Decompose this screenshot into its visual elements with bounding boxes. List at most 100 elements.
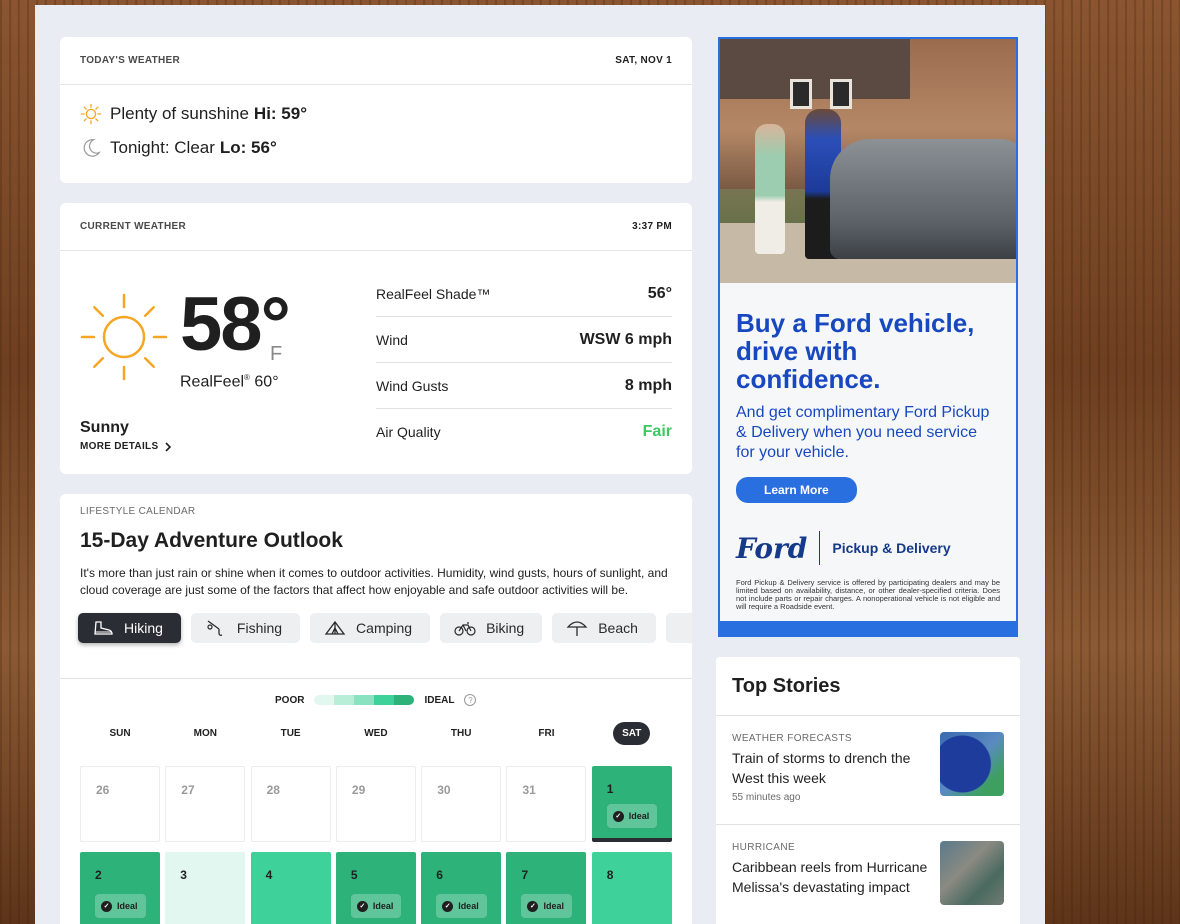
legend-gradient-bar bbox=[314, 695, 415, 705]
sunny-weather-icon bbox=[80, 293, 168, 381]
story-thumbnail[interactable] bbox=[940, 732, 1004, 796]
ad-copy: Buy a Ford vehicle, drive with confidenc… bbox=[720, 283, 1016, 635]
todays-weather-header: TODAY'S WEATHER SAT, NOV 1 bbox=[60, 37, 692, 85]
legend-ideal-label: IDEAL bbox=[424, 694, 455, 706]
story-title[interactable]: Train of storms to drench the West this … bbox=[732, 748, 932, 788]
page-container: TODAY'S WEATHER SAT, NOV 1 Plenty of sun… bbox=[35, 5, 1045, 924]
check-icon: ✓ bbox=[356, 900, 368, 912]
help-icon[interactable]: ? bbox=[464, 694, 477, 706]
calendar-day[interactable]: 5 ✓ Ideal bbox=[335, 852, 416, 924]
calendar-day[interactable]: 8 bbox=[591, 852, 672, 924]
legend-swatch bbox=[354, 695, 375, 705]
tent-icon bbox=[324, 620, 346, 635]
todays-weather-card[interactable]: TODAY'S WEATHER SAT, NOV 1 Plenty of sun… bbox=[60, 37, 692, 183]
calendar-day: 31 bbox=[506, 766, 587, 842]
tab-camping[interactable]: Camping bbox=[310, 613, 431, 643]
activity-tabs: Hiking Fishing Camping Biking Beach bbox=[60, 599, 692, 643]
detail-value: 56° bbox=[647, 284, 672, 302]
calendar-day[interactable]: 4 bbox=[250, 852, 331, 924]
detail-value: 8 mph bbox=[624, 376, 672, 394]
ideal-badge: ✓ Ideal bbox=[606, 804, 658, 828]
ideal-badge: ✓ Ideal bbox=[436, 894, 487, 918]
todays-weather-date: SAT, NOV 1 bbox=[615, 55, 672, 66]
tab-more[interactable] bbox=[665, 613, 692, 643]
ad-subheadline: And get complimentary Ford Pickup & Deli… bbox=[736, 404, 990, 461]
lifestyle-description: It's more than just rain or shine when i… bbox=[80, 566, 668, 597]
pickup-delivery-label: Pickup & Delivery bbox=[832, 540, 951, 556]
today-hi-temp: Hi: 59° bbox=[253, 104, 308, 123]
adventure-calendar-grid: 26 27 28 29 30 31 1 ✓ Ideal 2 ✓ Ideal 3 4 … bbox=[80, 766, 672, 924]
ford-advertisement[interactable]: ▷ Buy a Ford vehicle, drive with confide… bbox=[718, 37, 1018, 637]
detail-row-realfeel-shade: RealFeel Shade™ 56° bbox=[376, 271, 672, 317]
ideal-badge: ✓ Ideal bbox=[95, 894, 146, 918]
current-weather-time: 3:37 PM bbox=[632, 221, 672, 232]
ford-logo: Ford bbox=[736, 531, 808, 565]
learn-more-button[interactable]: Learn More bbox=[736, 477, 857, 503]
calendar-day[interactable]: 6 ✓ Ideal bbox=[421, 852, 502, 924]
calendar-day: 29 bbox=[335, 766, 416, 842]
current-weather-card[interactable]: CURRENT WEATHER 3:37 PM 58° F RealFeel® … bbox=[60, 203, 692, 474]
story-thumbnail[interactable] bbox=[940, 841, 1004, 905]
tab-beach[interactable]: Beach bbox=[552, 613, 656, 643]
divider bbox=[60, 678, 692, 679]
tab-biking[interactable]: Biking bbox=[440, 613, 543, 643]
current-weather-label: CURRENT WEATHER bbox=[80, 221, 186, 232]
check-icon: ✓ bbox=[612, 810, 624, 822]
story-title[interactable]: Caribbean reels from Hurricane Melissa's… bbox=[732, 857, 932, 897]
detail-row-air-quality[interactable]: Air Quality Fair bbox=[376, 409, 672, 455]
ad-fine-print: Ford Pickup & Delivery service is offere… bbox=[736, 578, 1000, 611]
realfeel-temp: 60° bbox=[254, 373, 279, 391]
ad-photo bbox=[720, 39, 1016, 283]
today-day-row: Plenty of sunshine Hi: 59° bbox=[60, 97, 692, 131]
detail-label: RealFeel Shade™ bbox=[376, 285, 491, 302]
ad-bottom-strip bbox=[720, 621, 1016, 635]
rating-legend: POOR IDEAL ? bbox=[275, 694, 477, 706]
detail-label: Wind Gusts bbox=[376, 377, 449, 394]
hiking-boot-icon bbox=[94, 621, 113, 635]
calendar-day-today[interactable]: 1 ✓ Ideal bbox=[591, 766, 672, 842]
legend-swatch bbox=[314, 695, 335, 705]
realfeel-label: RealFeel bbox=[180, 373, 245, 391]
dow-fri: FRI bbox=[538, 728, 555, 739]
legend-swatch bbox=[394, 695, 415, 705]
story-item[interactable]: WEATHER FORECASTS Train of storms to dre… bbox=[716, 716, 1020, 825]
ideal-badge: ✓ Ideal bbox=[521, 894, 572, 918]
today-night-phrase: Tonight: Clear bbox=[110, 138, 215, 157]
current-phrase: Sunny bbox=[80, 419, 129, 436]
ideal-badge: ✓ Ideal bbox=[350, 894, 402, 918]
tab-label: Camping bbox=[356, 620, 413, 636]
lifestyle-title: 15-Day Adventure Outlook bbox=[80, 529, 343, 552]
ad-roof bbox=[720, 39, 910, 99]
detail-row-wind-gusts: Wind Gusts 8 mph bbox=[376, 363, 672, 409]
lifestyle-category: LIFESTYLE CALENDAR bbox=[80, 506, 196, 517]
dow-sun: SUN bbox=[109, 728, 131, 739]
tab-fishing[interactable]: Fishing bbox=[190, 613, 301, 643]
realfeel-mark: ® bbox=[244, 373, 250, 382]
legend-poor-label: POOR bbox=[275, 694, 305, 706]
tab-hiking[interactable]: Hiking bbox=[78, 613, 181, 643]
calendar-day[interactable]: 7 ✓ Ideal bbox=[506, 852, 587, 924]
tab-label: Biking bbox=[486, 620, 525, 636]
story-item[interactable]: HURRICANE Caribbean reels from Hurricane… bbox=[716, 825, 1020, 924]
current-weather-header: CURRENT WEATHER 3:37 PM bbox=[60, 203, 692, 251]
calendar-day[interactable]: 3 bbox=[165, 852, 246, 924]
temperature-unit: F bbox=[270, 343, 283, 365]
dow-thu: THU bbox=[450, 728, 472, 739]
ad-window bbox=[830, 79, 852, 109]
ford-logo-lockup: Ford Pickup & Delivery bbox=[736, 531, 1000, 565]
more-details-link[interactable]: MORE DETAILS bbox=[80, 441, 172, 452]
tab-label: Hiking bbox=[124, 620, 163, 636]
calendar-day: 28 bbox=[250, 766, 331, 842]
more-details-label: MORE DETAILS bbox=[80, 441, 159, 452]
calendar-day[interactable]: 2 ✓ Ideal bbox=[80, 852, 160, 924]
tab-label: Beach bbox=[598, 620, 638, 636]
check-icon: ✓ bbox=[101, 900, 112, 912]
check-icon: ✓ bbox=[527, 900, 539, 912]
ad-person bbox=[755, 124, 785, 254]
logo-divider bbox=[819, 531, 821, 565]
top-stories-panel: Top Stories WEATHER FORECASTS Train of s… bbox=[716, 657, 1020, 924]
current-details-list: RealFeel Shade™ 56° Wind WSW 6 mph Wind … bbox=[376, 271, 672, 455]
dow-wed: WED bbox=[364, 728, 388, 739]
bicycle-icon bbox=[454, 622, 476, 636]
detail-row-wind: Wind WSW 6 mph bbox=[376, 317, 672, 363]
